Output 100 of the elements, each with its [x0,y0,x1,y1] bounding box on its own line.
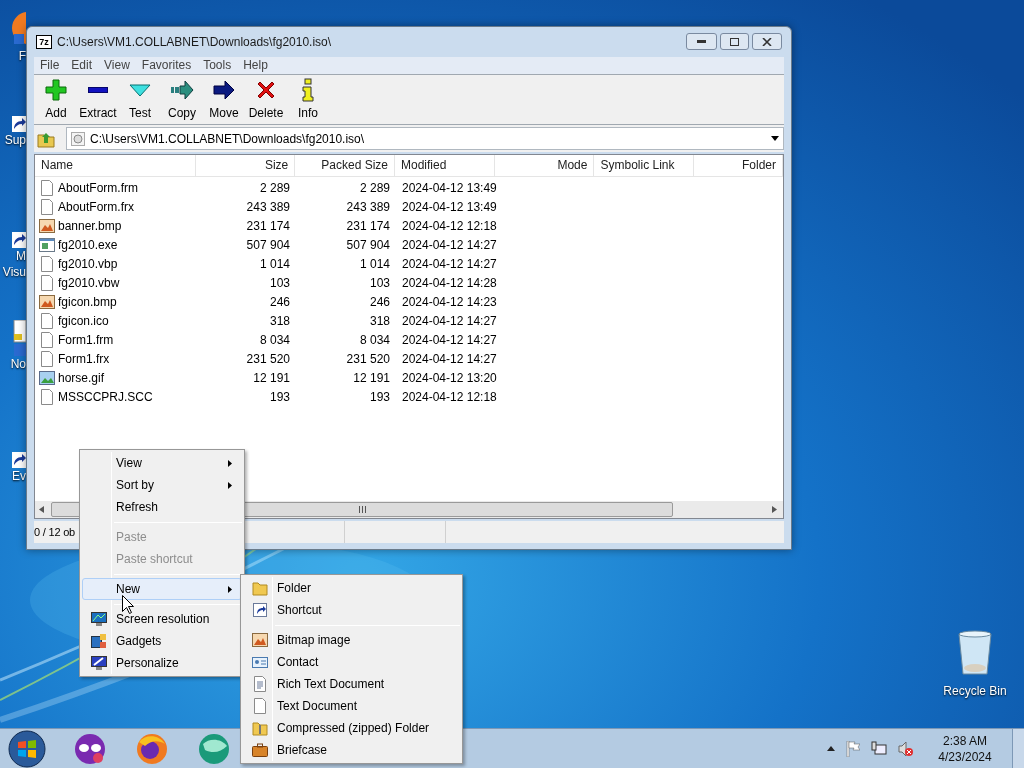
table-cell-text: 2024-04-12 14:27 [401,312,496,330]
menu-item[interactable]: Personalize [82,652,242,674]
table-cell-text: 103 [268,274,291,292]
scroll-left-icon[interactable] [39,506,44,514]
grip-icon [358,506,366,514]
menu-bar-item[interactable]: Help [237,56,274,75]
column-header[interactable]: Modified [395,155,495,177]
menu-item[interactable]: View [82,452,242,474]
table-cell-text: 231 174 [245,217,291,235]
menu-bar-item[interactable]: Favorites [135,56,198,75]
document-icon [252,676,268,692]
browser-icon[interactable] [135,731,169,766]
document-icon [39,198,55,215]
icon-label: F [18,48,26,64]
menu-item[interactable]: Compressed (zipped) Folder [243,717,460,739]
window-icon [39,236,55,253]
shortcut-icon[interactable] [12,232,26,248]
monitor-icon [91,611,107,627]
menu-item[interactable]: Gadgets [82,630,242,652]
column-header[interactable]: Symbolic Link [594,155,695,177]
document-icon [252,698,268,714]
file-name: fg2010.exe [58,236,118,254]
speaker-muted-icon[interactable] [898,740,914,757]
icon-label: M [16,248,26,264]
file-name: horse.gif [58,369,105,387]
menu-item[interactable]: Screen resolution [82,608,242,630]
menu-item[interactable]: Shortcut [243,599,460,621]
table-cell-text: 318 [268,312,291,330]
menu-item[interactable]: Rich Text Document [243,673,460,695]
toolbar-button[interactable]: Add [35,77,77,122]
column-header[interactable]: Name [35,155,196,177]
toolbar-button[interactable]: Copy [161,77,203,122]
clock-time[interactable]: 2:38 AM [943,732,987,749]
table-cell-text: 2024-04-12 13:20 [401,369,496,387]
menu-item[interactable]: Folder [243,577,460,599]
icon-label: Recycle Bin [943,683,1007,700]
file-name: fgicon.bmp [58,293,117,311]
toolbar-button[interactable]: Extract [77,77,119,122]
menu-bar-item[interactable]: File [34,56,66,75]
table-cell-text: 318 [368,312,391,330]
table-cell-text: 2024-04-12 14:27 [401,331,496,349]
image-icon [252,632,268,648]
submenu-arrow-icon [228,481,232,489]
flag-icon[interactable] [846,740,860,757]
document-icon [39,331,55,348]
document-icon [39,179,55,196]
address-field[interactable]: C:\Users\VM1.COLLABNET\Downloads\fg2010.iso\ [66,127,784,151]
table-cell-text: 12 191 [252,369,291,387]
shortcut-icon[interactable] [12,116,26,132]
toolbar-button[interactable]: Move [203,77,245,122]
table-cell-text: 2024-04-12 14:27 [401,236,496,254]
menu-item[interactable]: New [82,578,242,600]
table-cell-text: 193 [268,388,291,406]
menu-item[interactable]: Briefcase [243,739,460,761]
menu-item[interactable]: Refresh [82,496,242,518]
start-button[interactable] [8,729,46,768]
scroll-right-icon[interactable] [772,506,777,514]
menu-bar-item[interactable]: View [98,56,136,75]
mask-app-icon[interactable] [73,731,107,766]
toolbar-button[interactable]: Delete [245,77,287,122]
network-icon[interactable] [871,740,887,757]
maximize-icon [730,37,739,46]
minimize-button[interactable] [686,33,717,51]
trash-can-icon[interactable] [957,630,993,676]
menu-item[interactable]: Text Document [243,695,460,717]
clock-date[interactable]: 4/23/2024 [938,748,992,765]
file-name: Form1.frm [58,331,114,349]
table-cell-text: 2024-04-12 13:49 [401,198,496,216]
file-name: fgicon.ico [58,312,109,330]
toolbar-button[interactable]: Info [287,77,329,122]
show-hidden-icons-icon[interactable] [827,746,835,751]
column-header[interactable]: Size [195,155,296,177]
table-cell-text: 2 289 [258,179,291,197]
maximize-button[interactable] [720,33,749,51]
menu-item[interactable]: Sort by [82,474,242,496]
notepad-icon[interactable] [12,320,26,356]
shortcut-icon[interactable] [12,452,26,468]
document-icon [39,274,55,291]
icon-label: Ev [12,468,26,484]
image-icon [39,217,55,234]
column-header[interactable]: Mode [494,155,595,177]
column-header[interactable]: Packed Size [295,155,395,177]
icon-label: Sup [4,132,26,148]
column-header[interactable]: Folder [694,155,783,177]
menu-bar-item[interactable]: Edit [65,56,99,75]
menu-item[interactable]: Contact [243,651,460,673]
close-button[interactable] [752,33,782,51]
table-cell-text: 246 [268,293,291,311]
table-cell-text: 2024-04-12 12:18 [401,388,496,406]
menu-item[interactable]: Bitmap image [243,629,460,651]
toolbar-button[interactable]: Test [119,77,161,122]
menu-bar-item[interactable]: Tools [197,56,238,75]
zip-folder-icon [252,720,268,736]
table-cell-text: 507 904 [245,236,291,254]
table-cell-text: 231 174 [345,217,391,235]
file-name: AboutForm.frm [58,179,138,197]
table-cell-text: 2 289 [358,179,391,197]
icon-label: Visu [2,264,26,280]
dropdown-arrow-icon[interactable] [771,136,779,142]
plus-icon [44,77,68,102]
